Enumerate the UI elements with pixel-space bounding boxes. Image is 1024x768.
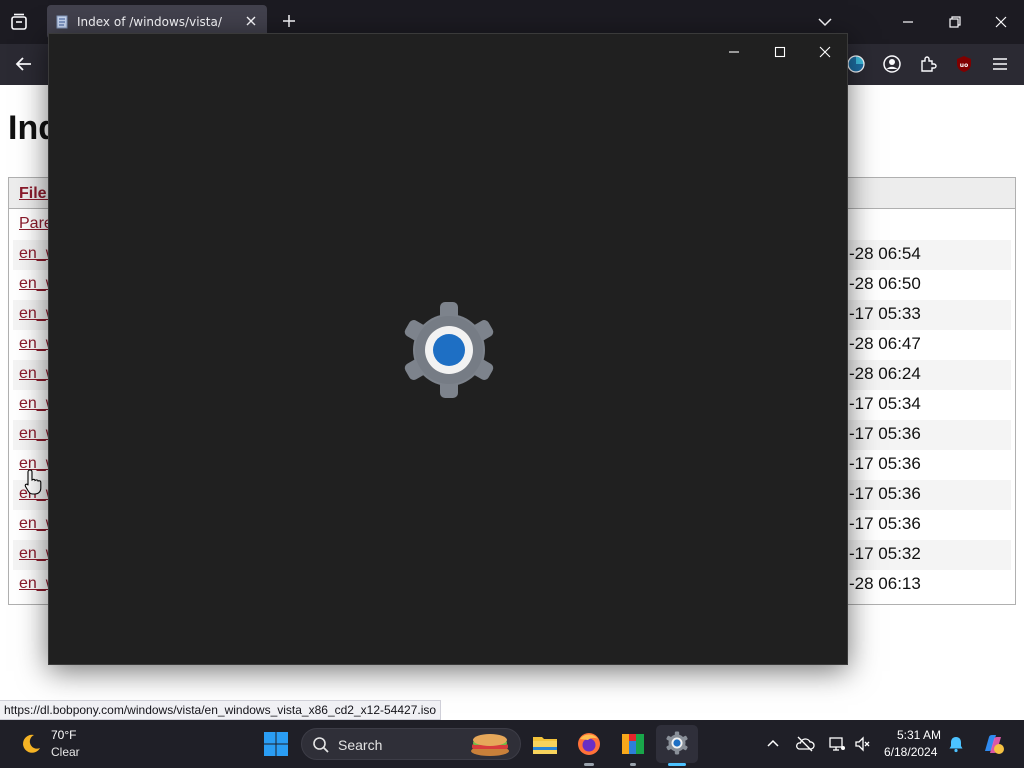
moon-weather-icon[interactable] — [19, 732, 43, 756]
onedrive-offline-icon[interactable] — [795, 734, 815, 754]
new-tab-icon[interactable] — [281, 13, 297, 29]
search-placeholder: Search — [338, 737, 383, 753]
file-explorer-icon[interactable] — [530, 729, 560, 759]
file-link[interactable]: en_windows_vista — [19, 515, 49, 533]
hamburger-menu-icon[interactable] — [990, 54, 1010, 74]
firefox-icon[interactable] — [574, 729, 604, 759]
search-highlight-sandwich-icon — [471, 734, 509, 756]
tab-close-icon[interactable] — [243, 13, 259, 29]
file-link[interactable]: en_windows_vista — [19, 245, 49, 263]
file-date: -17 05:32 — [849, 544, 921, 563]
file-date: -28 06:54 — [849, 244, 921, 263]
settings-gear-icon — [404, 302, 494, 398]
page-title: Index of /windows/vista/ — [8, 109, 48, 147]
file-link[interactable]: en_windows_vista — [19, 425, 49, 443]
volume-muted-icon[interactable] — [853, 734, 873, 754]
file-date: -17 05:36 — [849, 484, 921, 503]
file-date: -28 06:47 — [849, 334, 921, 353]
windows-taskbar: 70°F Clear Search 5:31 AM 6/18/2024 — [0, 720, 1024, 768]
settings-window — [48, 33, 848, 665]
store-app-icon[interactable] — [618, 729, 648, 759]
file-date: -28 06:24 — [849, 364, 921, 383]
svg-text:uo: uo — [960, 62, 968, 69]
file-date: -28 06:13 — [849, 574, 921, 593]
file-date: -17 05:36 — [849, 454, 921, 473]
chevron-up-icon[interactable] — [763, 734, 783, 754]
weather-condition[interactable]: Clear — [51, 745, 80, 759]
settings-active-indicator — [668, 763, 686, 766]
minimize-icon[interactable] — [898, 12, 918, 32]
file-date: -17 05:33 — [849, 304, 921, 323]
close-icon[interactable] — [991, 12, 1011, 32]
taskbar-search-box[interactable]: Search — [301, 728, 521, 760]
hand-pointer-cursor-icon — [24, 469, 42, 495]
settings-taskbar-button[interactable] — [656, 725, 698, 763]
window-maximize-icon[interactable] — [770, 42, 790, 62]
window-minimize-icon[interactable] — [724, 42, 744, 62]
display-icon[interactable] — [827, 734, 847, 754]
file-date: -28 06:50 — [849, 274, 921, 293]
back-arrow-icon[interactable] — [14, 54, 34, 74]
extensions-puzzle-icon[interactable] — [918, 54, 938, 74]
file-favicon-icon — [56, 15, 68, 29]
tab-title: Index of /windows/vista/ — [77, 15, 222, 29]
file-name-column-header[interactable]: File Name — [19, 185, 49, 203]
file-link[interactable]: en_windows_vista — [19, 275, 49, 293]
file-link[interactable]: en_windows_vista — [19, 395, 49, 413]
file-link[interactable]: en_windows_vista — [19, 365, 49, 383]
account-icon[interactable] — [882, 54, 902, 74]
file-link[interactable]: en_windows_vista — [19, 545, 49, 563]
extension-colorful-icon[interactable] — [846, 54, 866, 74]
clock-time[interactable]: 5:31 AM — [897, 728, 941, 742]
file-link[interactable]: en_windows_vista — [19, 305, 49, 323]
weather-temperature[interactable]: 70°F — [51, 728, 76, 742]
windows-start-icon[interactable] — [261, 729, 291, 759]
ublock-origin-icon[interactable]: uo — [954, 54, 974, 74]
file-date: -17 05:36 — [849, 514, 921, 533]
file-date: -17 05:34 — [849, 394, 921, 413]
file-link[interactable]: en_windows_vista — [19, 335, 49, 353]
settings-gear-taskbar-icon — [666, 731, 688, 755]
tab-list-icon[interactable] — [8, 11, 30, 33]
window-close-icon[interactable] — [815, 42, 835, 62]
file-link[interactable]: en_windows_vista — [19, 575, 49, 593]
chevron-down-icon[interactable] — [817, 14, 833, 30]
notification-bell-icon[interactable] — [946, 734, 966, 754]
link-status-bar: https://dl.bobpony.com/windows/vista/en_… — [0, 700, 442, 720]
search-icon — [313, 737, 329, 753]
firefox-running-indicator — [584, 763, 594, 766]
store-running-indicator — [630, 763, 636, 766]
parent-directory-link[interactable]: Parent directory/ — [19, 215, 49, 233]
copilot-icon[interactable] — [980, 731, 1006, 757]
clock-date[interactable]: 6/18/2024 — [884, 745, 937, 759]
file-date: -17 05:36 — [849, 424, 921, 443]
restore-icon[interactable] — [945, 12, 965, 32]
